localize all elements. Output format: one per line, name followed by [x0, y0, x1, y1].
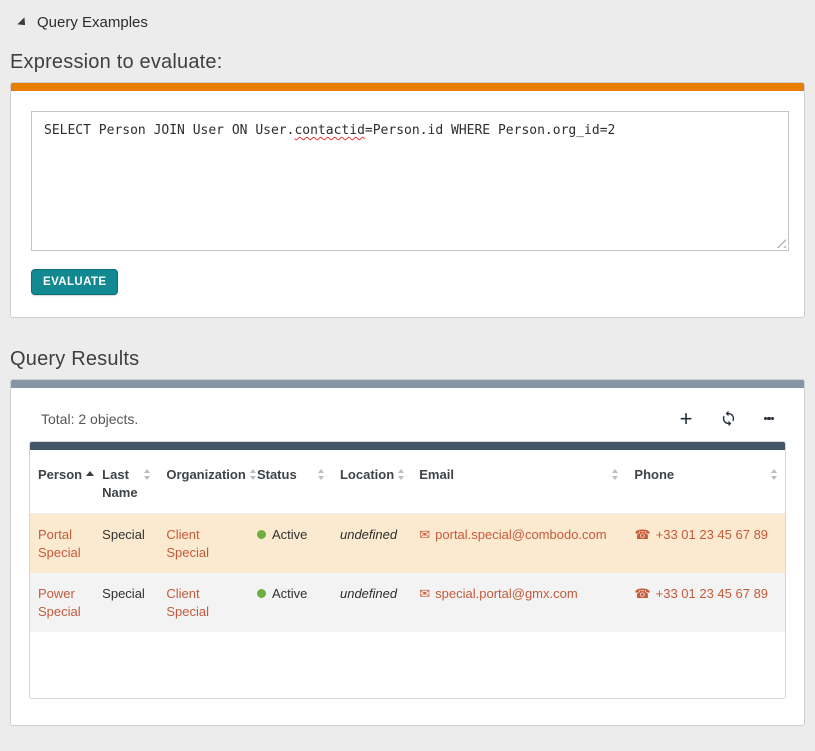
email-icon: ✉ [419, 586, 430, 601]
results-accent-bar [11, 380, 804, 388]
location-cell: undefined [340, 527, 397, 542]
expression-accent-bar [11, 83, 804, 91]
column-header-location[interactable]: Location [332, 450, 411, 514]
evaluate-button[interactable]: EVALUATE [31, 269, 118, 295]
column-header-email[interactable]: Email [411, 450, 626, 514]
add-object-icon[interactable]: + [680, 412, 693, 426]
sort-icon[interactable] [398, 469, 404, 480]
expression-heading: Expression to evaluate: [10, 51, 805, 74]
email-icon: ✉ [419, 527, 430, 542]
results-panel: Total: 2 objects. + [10, 379, 805, 726]
results-toolbar: + [680, 410, 778, 427]
organization-link[interactable]: Client Special [166, 527, 209, 560]
query-text-misspelled: contactid [294, 123, 364, 138]
sort-icon[interactable] [771, 469, 777, 480]
page: Query Examples Expression to evaluate: S… [10, 14, 805, 726]
column-header-organization[interactable]: Organization [158, 450, 249, 514]
results-table: Person Last Name Organization Status [30, 450, 785, 632]
column-label: Status [257, 466, 297, 484]
results-toolbar-row: Total: 2 objects. + [29, 406, 786, 427]
column-label: Person [38, 466, 82, 484]
column-header-person[interactable]: Person [30, 450, 94, 514]
status-cell: Active [272, 527, 307, 542]
last-name-cell: Special [102, 586, 145, 601]
caret-down-icon [17, 17, 28, 28]
person-link[interactable]: Portal Special [38, 527, 81, 560]
column-header-phone[interactable]: Phone [626, 450, 785, 514]
last-name-cell: Special [102, 527, 145, 542]
column-header-status[interactable]: Status [249, 450, 332, 514]
table-row[interactable]: Power Special Special Client Special Act… [30, 573, 785, 632]
sort-icon[interactable] [318, 469, 324, 480]
sort-icon[interactable] [250, 469, 256, 480]
phone-link[interactable]: +33 01 23 45 67 89 [656, 527, 768, 542]
refresh-icon[interactable] [720, 410, 737, 427]
table-row[interactable]: Portal Special Special Client Special Ac… [30, 514, 785, 574]
kebab-menu-icon[interactable] [764, 415, 775, 422]
query-examples-label: Query Examples [37, 14, 148, 31]
expression-panel: SELECT Person JOIN User ON User.contacti… [10, 82, 805, 318]
organization-link[interactable]: Client Special [166, 586, 209, 619]
results-heading: Query Results [10, 348, 805, 371]
query-text-after: =Person.id WHERE Person.org_id=2 [365, 123, 615, 138]
phone-link[interactable]: +33 01 23 45 67 89 [656, 586, 768, 601]
phone-icon: ☎ [634, 586, 650, 601]
status-dot [257, 589, 266, 598]
column-header-last-name[interactable]: Last Name [94, 450, 158, 514]
phone-icon: ☎ [634, 527, 650, 542]
table-accent-bar [30, 442, 785, 450]
query-examples-toggle[interactable]: Query Examples [18, 14, 805, 31]
location-cell: undefined [340, 586, 397, 601]
sort-icon[interactable] [612, 469, 618, 480]
sort-icon[interactable] [144, 469, 150, 480]
table-header-row: Person Last Name Organization Status [30, 450, 785, 514]
email-link[interactable]: portal.special@combodo.com [435, 527, 606, 542]
person-link[interactable]: Power Special [38, 586, 81, 619]
email-link[interactable]: special.portal@gmx.com [435, 586, 578, 601]
column-label: Phone [634, 466, 674, 484]
status-cell: Active [272, 586, 307, 601]
column-label: Location [340, 466, 394, 484]
column-label: Last Name [102, 466, 140, 501]
query-input[interactable]: SELECT Person JOIN User ON User.contacti… [31, 111, 789, 251]
query-text-before: SELECT Person JOIN User ON User. [44, 123, 294, 138]
status-dot [257, 530, 266, 539]
results-table-card: Person Last Name Organization Status [29, 441, 786, 699]
resize-grip[interactable] [775, 237, 786, 248]
sort-ascending-icon [86, 471, 94, 476]
column-label: Organization [166, 466, 245, 484]
total-count: Total: 2 objects. [41, 411, 138, 427]
column-label: Email [419, 466, 454, 484]
